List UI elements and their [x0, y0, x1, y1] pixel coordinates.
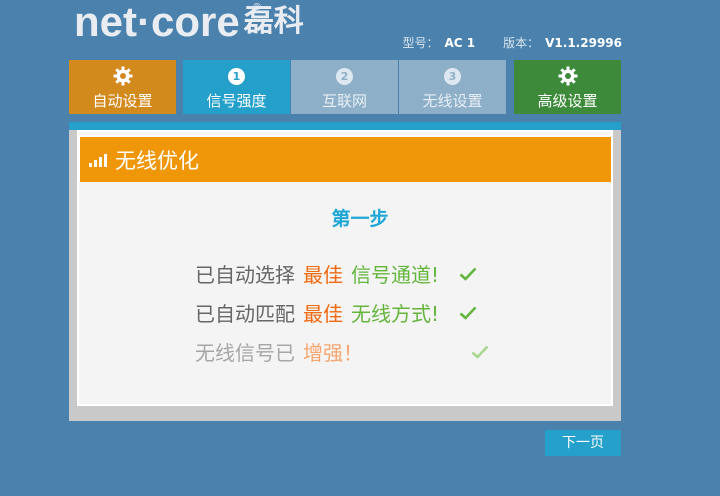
tab-wireless-settings-label: 无线设置	[422, 92, 483, 110]
status-prefix: 已自动匹配	[195, 302, 295, 326]
tab-internet-label: 互联网	[321, 92, 367, 110]
next-page-button[interactable]: 下一页	[545, 430, 621, 456]
step-number-1: 1	[228, 67, 245, 85]
tab-advanced-settings-label: 高级设置	[537, 92, 598, 110]
status-suffix: 信号通道!	[351, 263, 440, 287]
status-line: 已自动选择 最佳 信号通道!	[195, 259, 477, 288]
gear-icon	[113, 66, 132, 86]
tab-wireless-settings[interactable]: 3 无线设置	[399, 60, 506, 114]
version-value: V1.1.29996	[545, 35, 622, 50]
status-highlight: 最佳	[303, 302, 343, 326]
registered-mark: ®	[252, 2, 262, 13]
device-info: 型号： AC 1 版本： V1.1.29996	[402, 34, 622, 51]
section-title: 无线优化	[115, 148, 199, 173]
status-line: 已自动匹配 最佳 无线方式!	[195, 298, 477, 327]
check-icon	[471, 345, 489, 359]
status-prefix: 已自动选择	[195, 263, 295, 287]
model-label: 型号：	[402, 36, 439, 50]
signal-bars-icon	[89, 153, 107, 167]
step-number-2: 2	[336, 67, 353, 85]
panel-top-bar	[69, 122, 621, 130]
logo-text: net·core	[74, 0, 240, 45]
status-highlight: 最佳	[303, 263, 343, 287]
status-suffix: 无线方式!	[351, 302, 440, 326]
tab-signal-strength-label: 信号强度	[206, 92, 267, 110]
check-icon	[459, 306, 477, 320]
model-value: AC 1	[444, 35, 476, 50]
tab-advanced-settings[interactable]: 高级设置	[514, 60, 621, 114]
gear-icon	[558, 66, 577, 86]
brand-logo: net·core 磊科	[74, 0, 304, 44]
status-highlight: 增强！	[303, 341, 363, 365]
step-title: 第一步	[331, 208, 389, 230]
version-label: 版本：	[503, 36, 540, 50]
step-number-3: 3	[444, 67, 461, 85]
check-icon	[459, 267, 477, 281]
setup-nav: 自动设置 1 信号强度 2 互联网 3 无线设置 高级设置	[69, 60, 621, 114]
section-header: 无线优化	[78, 135, 613, 182]
tab-auto-setup-label: 自动设置	[92, 92, 153, 110]
tab-auto-setup[interactable]: 自动设置	[69, 60, 176, 114]
status-line: 无线信号已 增强！	[195, 337, 489, 366]
status-prefix: 无线信号已	[195, 341, 295, 365]
tab-signal-strength[interactable]: 1 信号强度	[183, 60, 290, 114]
tab-internet[interactable]: 2 互联网	[291, 60, 398, 114]
